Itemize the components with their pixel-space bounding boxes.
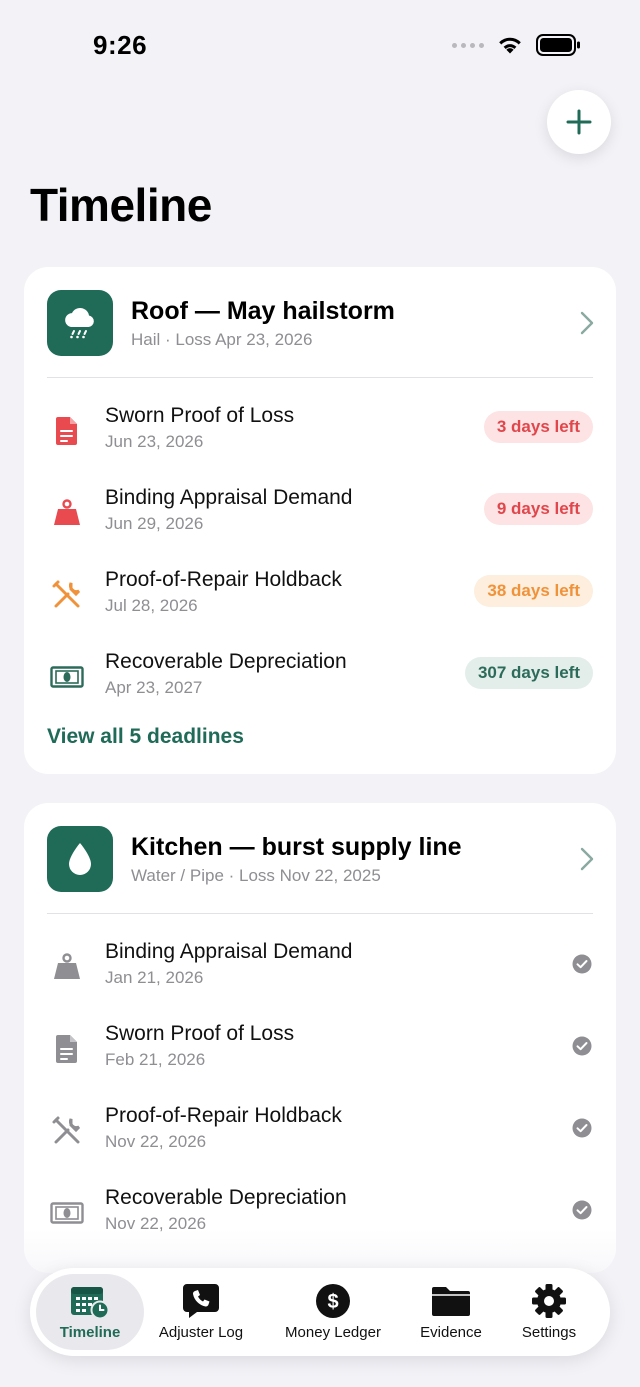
gear-icon (529, 1282, 569, 1320)
deadline-date: Jan 21, 2026 (105, 968, 204, 987)
banknote-icon (48, 658, 86, 696)
deadline-row[interactable]: Sworn Proof of Loss Jun 23, 2026 3 days … (24, 404, 616, 486)
water-drop-icon (47, 826, 113, 892)
plus-icon (566, 109, 592, 135)
wifi-icon (499, 37, 521, 54)
claim-header[interactable]: Roof — May hailstorm Hail · Loss Apr 23,… (24, 267, 616, 377)
deadline-row[interactable]: Recoverable Depreciation Apr 23, 2027 30… (24, 650, 616, 732)
chevron-right-icon (580, 311, 594, 335)
tab-evidence[interactable]: Evidence (408, 1268, 494, 1356)
deadline-date: Jun 23, 2026 (105, 432, 204, 451)
calendar-clock-icon (70, 1282, 110, 1320)
deadline-row[interactable]: Binding Appraisal Demand Jan 21, 2026 (24, 940, 616, 1022)
tab-adjuster-log[interactable]: Adjuster Log (150, 1268, 252, 1356)
days-left-badge: 38 days left (474, 575, 593, 607)
checkmark-circle-icon (572, 954, 592, 974)
deadline-date: Apr 23, 2027 (105, 678, 203, 697)
claim-title: Kitchen — burst supply line (131, 833, 462, 861)
tab-label: Adjuster Log (158, 1324, 244, 1341)
days-left-badge: 307 days left (464, 657, 593, 689)
claim-subtitle: Hail · Loss Apr 23, 2026 (131, 330, 313, 349)
tab-money-ledger[interactable]: $ Money Ledger (268, 1268, 398, 1356)
document-icon (48, 1030, 86, 1068)
status-indicators (452, 34, 582, 56)
phone-bubble-icon (181, 1282, 221, 1320)
tools-icon (48, 1112, 86, 1150)
tab-timeline[interactable]: Timeline (36, 1274, 144, 1350)
tab-bar: Timeline Adjuster Log $ Money Ledger Evi… (30, 1268, 610, 1356)
chevron-right-icon (580, 847, 594, 871)
deadline-title: Proof-of-Repair Holdback (105, 568, 342, 591)
page-title: Timeline (30, 179, 212, 231)
tab-label: Evidence (420, 1324, 482, 1341)
tools-icon (48, 576, 86, 614)
deadline-title: Recoverable Depreciation (105, 650, 347, 673)
timeline-screen: 9:26 Timeline Roof — May hailstorm Hail … (0, 0, 640, 1387)
scale-weight-icon (48, 494, 86, 532)
deadline-title: Binding Appraisal Demand (105, 486, 353, 509)
deadline-row[interactable]: Binding Appraisal Demand Jun 29, 2026 9 … (24, 486, 616, 568)
divider (47, 913, 593, 914)
tab-settings[interactable]: Settings (508, 1268, 590, 1356)
add-claim-button[interactable] (547, 90, 611, 154)
deadline-date: Jul 28, 2026 (105, 596, 198, 615)
claim-subtitle: Water / Pipe · Loss Nov 22, 2025 (131, 866, 381, 885)
deadline-date: Jun 29, 2026 (105, 514, 204, 533)
deadline-date: Feb 21, 2026 (105, 1050, 206, 1069)
battery-icon (536, 34, 580, 56)
tab-label: Settings (521, 1324, 577, 1341)
days-left-badge: 3 days left (483, 411, 593, 443)
days-left-badge: 9 days left (483, 493, 593, 525)
claim-card-kitchen: Kitchen — burst supply line Water / Pipe… (24, 803, 616, 1273)
deadline-title: Recoverable Depreciation (105, 1186, 347, 1209)
folder-icon (431, 1282, 471, 1320)
deadline-title: Sworn Proof of Loss (105, 1022, 295, 1045)
status-time: 9:26 (93, 30, 148, 60)
cloud-hail-icon (47, 290, 113, 356)
checkmark-circle-icon (572, 1200, 592, 1220)
deadline-row[interactable]: Proof-of-Repair Holdback Nov 22, 2026 (24, 1104, 616, 1186)
deadline-title: Sworn Proof of Loss (105, 404, 295, 427)
document-icon (48, 412, 86, 450)
banknote-icon (48, 1194, 86, 1232)
divider (47, 377, 593, 378)
scale-weight-icon (48, 948, 86, 986)
dollar-circle-icon: $ (313, 1282, 353, 1320)
tab-label: Money Ledger (285, 1324, 381, 1341)
claim-card-roof: Roof — May hailstorm Hail · Loss Apr 23,… (24, 267, 616, 774)
checkmark-circle-icon (572, 1036, 592, 1056)
claim-title: Roof — May hailstorm (131, 297, 395, 325)
cellular-signal-icon (452, 42, 484, 48)
view-all-deadlines-link[interactable]: View all 5 deadlines (47, 725, 244, 749)
deadline-row[interactable]: Sworn Proof of Loss Feb 21, 2026 (24, 1022, 616, 1104)
claim-header[interactable]: Kitchen — burst supply line Water / Pipe… (24, 803, 616, 913)
deadline-title: Proof-of-Repair Holdback (105, 1104, 342, 1127)
deadline-date: Nov 22, 2026 (105, 1132, 207, 1151)
svg-text:$: $ (327, 1291, 338, 1313)
checkmark-circle-icon (572, 1118, 592, 1138)
deadline-row[interactable]: Proof-of-Repair Holdback Jul 28, 2026 38… (24, 568, 616, 650)
deadline-title: Binding Appraisal Demand (105, 940, 353, 963)
tab-label: Timeline (59, 1324, 121, 1341)
